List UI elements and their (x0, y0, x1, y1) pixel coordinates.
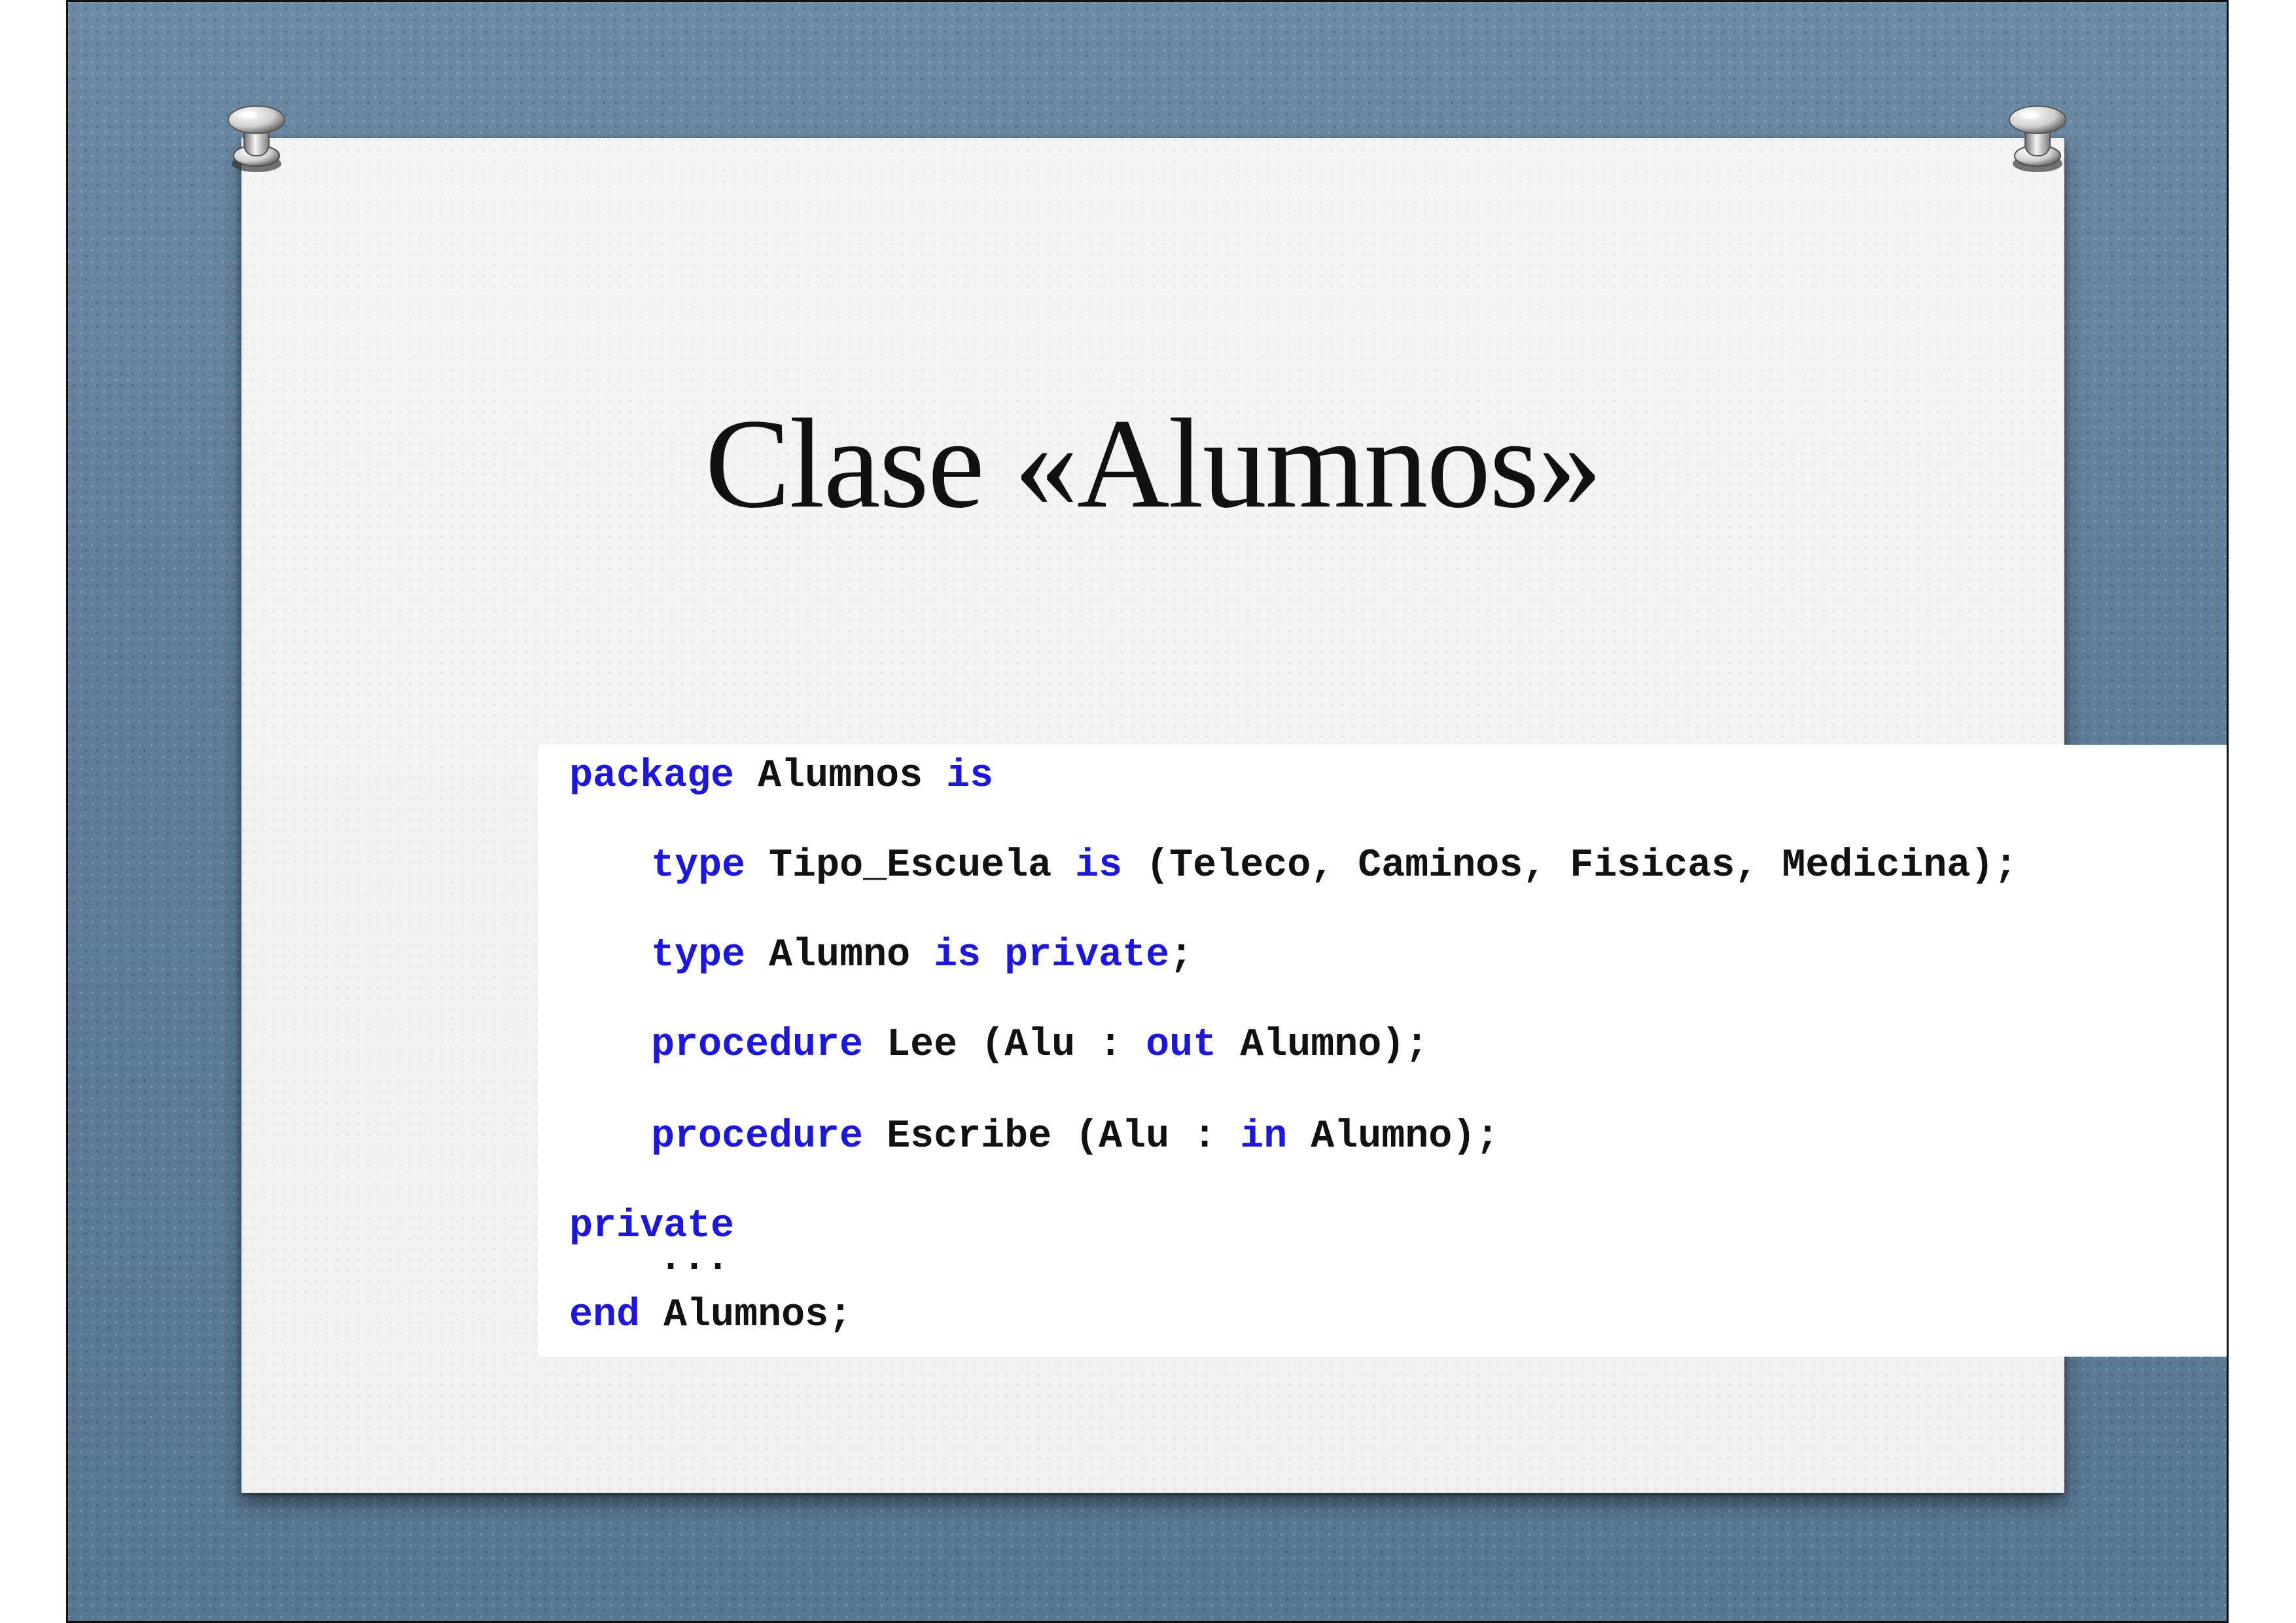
slide-frame: Clase «Alumnos» package Alumnos is type … (66, 0, 2229, 1623)
keyword-end: end (569, 1293, 641, 1338)
push-pin-icon (219, 90, 297, 182)
parameter-type-alumno: Alumno); (1240, 1023, 1429, 1067)
code-line-7: ... (659, 1240, 730, 1279)
procedure-signature-lee: Lee (Alu : (887, 1023, 1123, 1067)
keyword-package: package (569, 754, 735, 798)
keyword-in: in (1240, 1115, 1288, 1159)
parameter-type-alumno: Alumno); (1311, 1115, 1500, 1159)
keyword-procedure: procedure (651, 1115, 864, 1159)
identifier-alumnos-end: Alumnos; (663, 1293, 853, 1338)
keyword-is: is (946, 754, 994, 798)
code-line-2: type Tipo_Escuela is (Teleco, Caminos, F… (651, 846, 2017, 885)
code-line-3: type Alumno is private; (651, 936, 1193, 975)
keyword-procedure: procedure (651, 1023, 864, 1067)
keyword-type: type (651, 933, 746, 978)
code-line-4: procedure Lee (Alu : out Alumno); (651, 1026, 1428, 1065)
enumeration-values: (Teleco, Caminos, Fisicas, Medicina); (1146, 844, 2018, 888)
keyword-type: type (651, 844, 746, 888)
keyword-is: is (934, 933, 981, 978)
push-pin-icon (1998, 90, 2077, 182)
keyword-is: is (1075, 844, 1123, 888)
code-line-8: end Alumnos; (569, 1296, 852, 1335)
ellipsis: ... (659, 1237, 730, 1281)
slide-paper: Clase «Alumnos» package Alumnos is type … (241, 138, 2227, 1493)
identifier-tipo-escuela: Tipo_Escuela (769, 844, 1052, 888)
identifier-alumno: Alumno (769, 933, 911, 978)
slide-title: Clase «Alumnos» (705, 393, 1602, 535)
code-line-1: package Alumnos is (569, 757, 993, 796)
semicolon: ; (1169, 933, 1193, 978)
keyword-private: private (1004, 933, 1170, 978)
procedure-signature-escribe: Escribe (Alu : (887, 1115, 1217, 1159)
code-block: package Alumnos is type Tipo_Escuela is … (538, 745, 2227, 1357)
identifier-alumnos: Alumnos (758, 754, 923, 798)
code-line-5: procedure Escribe (Alu : in Alumno); (651, 1117, 1499, 1156)
keyword-out: out (1146, 1023, 1217, 1067)
